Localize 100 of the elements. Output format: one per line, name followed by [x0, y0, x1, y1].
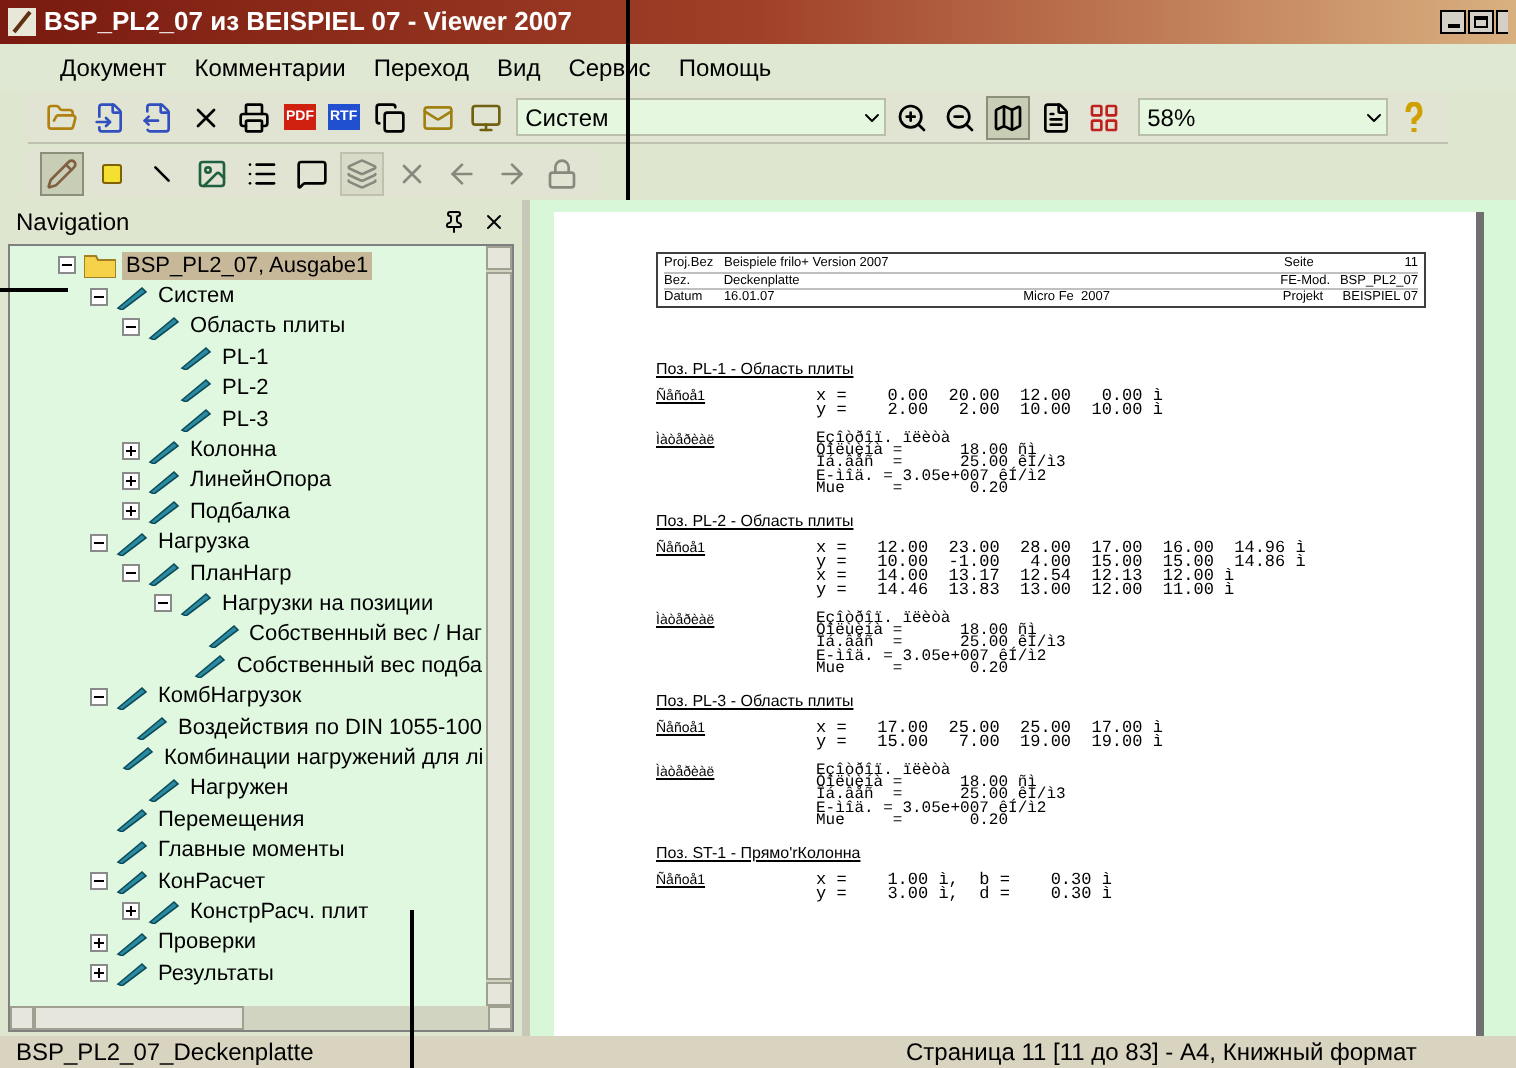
pen-icon [148, 560, 180, 587]
horizontal-scrollbar[interactable] [10, 1006, 512, 1030]
tree-item[interactable]: Собственный вес подба [232, 651, 486, 680]
pen-icon [148, 898, 180, 925]
menu-item[interactable]: Переход [373, 49, 469, 85]
folder-icon [46, 101, 78, 133]
pen-icon [148, 498, 180, 525]
view-mode-button[interactable] [985, 95, 1030, 139]
tree-item[interactable]: Комбинации нагружений для лі [160, 743, 486, 772]
speech-bubble-icon [296, 157, 328, 189]
expand-toggle[interactable] [122, 902, 140, 921]
expand-toggle[interactable] [122, 502, 140, 521]
collapse-toggle[interactable] [90, 872, 108, 890]
zoom-combo[interactable]: 58% [1137, 98, 1388, 136]
section-title: Поз. PL-1 - Область плиты [656, 360, 856, 380]
section-title: Поз. ST-1 - Прямо'rКолонна [656, 844, 863, 865]
minimize-icon[interactable] [1440, 10, 1466, 34]
expand-toggle[interactable] [122, 441, 140, 460]
tree-item[interactable]: Проверки [154, 928, 261, 957]
coordinate-line: y = 2.00 2.00 10.00 10.00 ì [816, 404, 1163, 418]
coordinate-line: x = 1.00 ì, b = 0.30 ì [816, 874, 1112, 889]
collapse-toggle[interactable] [90, 533, 108, 552]
view-combo[interactable]: Систем [515, 98, 886, 136]
tree-item[interactable]: КонстрРасч. плит [186, 897, 373, 926]
tree-item[interactable]: КомбНагрузок [154, 682, 306, 711]
tree-item[interactable]: PL-1 [218, 343, 273, 372]
tree-item[interactable]: PL-3 [218, 405, 273, 434]
lock-icon [546, 157, 578, 189]
pin-icon[interactable] [442, 210, 466, 234]
coordinate-line: x = 12.00 23.00 28.00 17.00 16.00 14.96 ì [816, 542, 1306, 557]
menu-item[interactable]: Документ [60, 49, 167, 85]
close-icon[interactable] [482, 210, 506, 234]
collapse-toggle[interactable] [90, 687, 108, 706]
maximize-icon[interactable] [1468, 10, 1494, 34]
tree-item[interactable]: PL-2 [218, 374, 273, 403]
tree-item[interactable]: ЛинейнОпора [186, 466, 336, 495]
coordinate-line: y = 10.00 -1.00 4.00 15.00 15.00 14.86 ì [816, 556, 1306, 571]
tree-item[interactable]: КонРасчет [154, 867, 270, 895]
zoom-in-icon [895, 101, 928, 133]
tree-item[interactable]: Нагрузки на позиции [218, 589, 438, 618]
pen-icon [180, 375, 212, 402]
leader-line [0, 288, 68, 292]
tree-item[interactable]: Область плиты [186, 312, 350, 341]
printer-icon [238, 101, 270, 133]
folder-icon [84, 252, 116, 279]
collapse-toggle[interactable] [122, 564, 140, 583]
menu-item[interactable]: Помощь [678, 49, 772, 85]
tree-item[interactable]: Систем [154, 282, 239, 311]
pen-icon [116, 683, 148, 710]
coordinate-line: y = 14.46 13.83 13.00 12.00 11.00 ì [816, 584, 1237, 599]
collapse-toggle[interactable] [58, 256, 76, 275]
menu-item[interactable]: Вид [497, 49, 541, 85]
tree-item[interactable]: Результаты [154, 959, 278, 988]
window-title: BSP_PL2_07 из BEISPIEL 07 - Viewer 2007 [44, 4, 573, 41]
pen-icon [148, 775, 180, 802]
tree-item[interactable]: Главные моменты [154, 836, 349, 865]
collapse-toggle[interactable] [122, 317, 140, 336]
pen-tool-button[interactable] [40, 151, 84, 195]
expand-toggle[interactable] [90, 933, 108, 952]
list-icon [246, 157, 278, 189]
pen-icon [116, 960, 148, 987]
panel-title: Navigation [16, 206, 132, 240]
pen-icon [180, 590, 212, 617]
tree-item[interactable]: Нагружен [186, 774, 293, 803]
tree-item[interactable]: ПланНагр [186, 559, 296, 588]
coordinate-line: y = 15.00 7.00 19.00 19.00 ì [816, 736, 1163, 751]
rectangle-icon [96, 161, 128, 185]
section-title: Поз. PL-2 - Область плиты [656, 512, 856, 533]
coordinate-line: x = 17.00 25.00 25.00 17.00 ì [816, 722, 1163, 737]
coordinate-line: x = 0.00 20.00 12.00 0.00 ì [816, 390, 1163, 404]
tree-item[interactable]: Нагрузка [154, 528, 254, 557]
help-icon [1403, 101, 1424, 133]
tree-item[interactable]: Колонна [186, 436, 281, 465]
monitor-icon [469, 101, 502, 133]
close-icon[interactable] [1496, 10, 1508, 34]
page-icon [1039, 101, 1072, 133]
vertical-scrollbar[interactable] [486, 246, 512, 1006]
tree-item[interactable]: Перемещения [154, 805, 309, 834]
collapse-toggle[interactable] [90, 287, 108, 306]
tree-item[interactable]: BSP_PL2_07, Ausgabe1 [122, 251, 373, 280]
collapse-toggle[interactable] [154, 594, 172, 613]
arrow-right-icon [496, 157, 528, 189]
layers-icon [346, 157, 378, 189]
section-title: Поз. PL-3 - Область плиты [656, 692, 856, 713]
menu-item[interactable]: Комментарии [194, 49, 346, 85]
tree-item[interactable]: Подбалка [186, 497, 294, 526]
pen-icon [136, 714, 169, 741]
pen-icon [122, 744, 154, 771]
status-text: BSP_PL2_07_Deckenplatte [14, 1036, 316, 1068]
tree-item[interactable]: Собственный вес / Наг [245, 620, 486, 649]
pen-icon [207, 621, 240, 648]
expand-toggle[interactable] [90, 964, 108, 983]
pen-icon [116, 529, 148, 556]
material-line: E-ìîä. = 3.05e+007 êÍ/ì2 [816, 803, 1047, 816]
expand-toggle[interactable] [122, 471, 140, 490]
pen-icon [116, 929, 148, 956]
pen-icon [148, 437, 180, 464]
pen-icon [116, 868, 148, 894]
app-icon [8, 8, 36, 36]
tree-item[interactable]: Воздействия по DIN 1055-100 [174, 713, 486, 742]
